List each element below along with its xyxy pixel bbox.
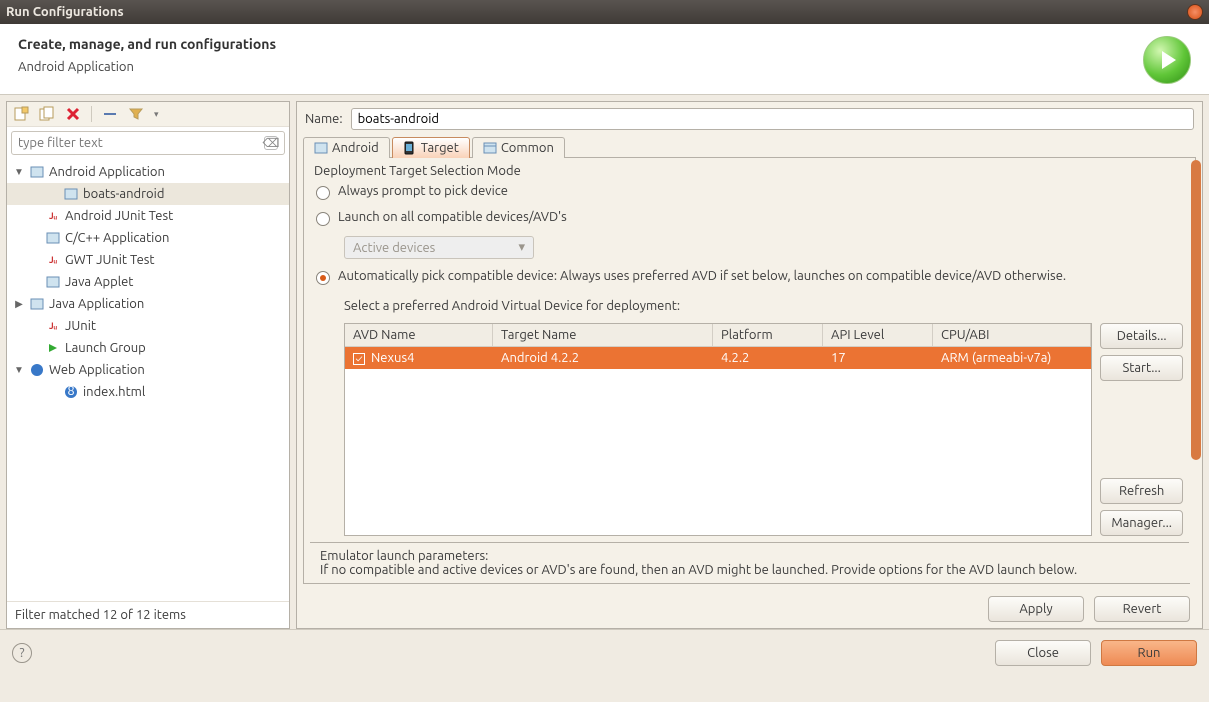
dialog-header: Create, manage, and run configurations A…: [0, 24, 1209, 95]
avd-table[interactable]: AVD Name Target Name Platform API Level …: [344, 323, 1092, 536]
right-panel: Name: Android Target Common Deployment T…: [296, 101, 1203, 629]
tree-item[interactable]: Launch Group: [7, 337, 289, 359]
table-row[interactable]: ✓Nexus4Android 4.2.24.2.217ARM (armeabi-…: [345, 347, 1091, 369]
tree-item[interactable]: ▶ Java Application: [7, 293, 289, 315]
tree-label: Web Application: [49, 363, 145, 377]
tree-item[interactable]: ▼ Android Application: [7, 161, 289, 183]
tree-icon: [63, 186, 79, 202]
tree-icon: 8: [63, 384, 79, 400]
tree-icon: [45, 230, 61, 246]
run-icon: [1143, 36, 1191, 84]
filter-box[interactable]: ⌫: [11, 131, 285, 155]
tree-label: boats-android: [83, 187, 164, 201]
tab-common[interactable]: Common: [472, 137, 565, 158]
left-toolbar: ▾: [7, 102, 289, 127]
tree-icon: Jᵤ: [45, 318, 61, 334]
delete-config-icon[interactable]: [65, 106, 81, 122]
window-title: Run Configurations: [6, 5, 1187, 19]
header-subtitle: Android Application: [18, 60, 276, 74]
tab-content-target: Deployment Target Selection Mode Always …: [303, 157, 1196, 584]
help-icon[interactable]: ?: [12, 643, 32, 663]
tree-item[interactable]: Jᵤ JUnit: [7, 315, 289, 337]
tree-label: Launch Group: [65, 341, 146, 355]
name-input[interactable]: [351, 108, 1194, 130]
config-tree[interactable]: ▼ Android Application boats-android Jᵤ Andro…: [7, 159, 289, 601]
revert-button[interactable]: Revert: [1094, 596, 1190, 622]
emulator-section: Emulator launch parameters: If no compat…: [310, 542, 1189, 583]
manager-button[interactable]: Manager...: [1100, 510, 1183, 536]
filter-icon[interactable]: [128, 106, 144, 122]
tree-label: index.html: [83, 385, 145, 399]
filter-input[interactable]: [18, 136, 264, 150]
tree-item[interactable]: C/C++ Application: [7, 227, 289, 249]
duplicate-config-icon[interactable]: [39, 106, 55, 122]
radio-auto[interactable]: Automatically pick compatible device: Al…: [316, 269, 1183, 285]
emulator-text: If no compatible and active devices or A…: [320, 563, 1179, 577]
tree-label: Java Application: [49, 297, 144, 311]
close-button[interactable]: Close: [995, 640, 1091, 666]
twisty-icon[interactable]: ▼: [13, 166, 25, 178]
titlebar[interactable]: Run Configurations: [0, 0, 1209, 24]
emulator-title: Emulator launch parameters:: [320, 549, 1179, 563]
row-checkbox[interactable]: ✓: [353, 353, 365, 365]
header-title: Create, manage, and run configurations: [18, 36, 276, 52]
twisty-icon[interactable]: ▼: [13, 364, 25, 376]
tree-item[interactable]: 8 index.html: [7, 381, 289, 403]
details-button[interactable]: Details...: [1100, 323, 1183, 349]
close-icon[interactable]: [1187, 4, 1203, 20]
tab-bar: Android Target Common: [297, 136, 1202, 157]
start-button[interactable]: Start...: [1100, 355, 1183, 381]
tree-label: Android JUnit Test: [65, 209, 173, 223]
name-label: Name:: [305, 112, 343, 126]
scroll-thumb[interactable]: [1191, 160, 1201, 460]
common-tab-icon: [483, 141, 497, 155]
twisty-icon[interactable]: ▶: [13, 298, 25, 310]
tree-icon: [45, 340, 61, 356]
deployment-group-label: Deployment Target Selection Mode: [304, 158, 1195, 180]
collapse-icon[interactable]: [102, 106, 118, 122]
run-button[interactable]: Run: [1101, 640, 1197, 666]
tree-item[interactable]: ▼ Web Application: [7, 359, 289, 381]
radio-all[interactable]: Launch on all compatible devices/AVD's: [316, 210, 1183, 226]
target-tab-icon: [403, 141, 417, 155]
tree-item[interactable]: Jᵤ GWT JUnit Test: [7, 249, 289, 271]
android-tab-icon: [314, 141, 328, 155]
avd-sub-label: Select a preferred Android Virtual Devic…: [344, 299, 1183, 313]
tree-item[interactable]: boats-android: [7, 183, 289, 205]
avd-table-header: AVD Name Target Name Platform API Level …: [345, 324, 1091, 347]
apply-button[interactable]: Apply: [988, 596, 1084, 622]
tree-icon: [29, 296, 45, 312]
refresh-button[interactable]: Refresh: [1100, 478, 1183, 504]
dropdown-icon[interactable]: ▾: [154, 109, 159, 120]
chevron-down-icon: ▾: [518, 240, 525, 255]
tree-icon: [29, 164, 45, 180]
tab-target[interactable]: Target: [392, 137, 470, 158]
clear-filter-icon[interactable]: ⌫: [264, 136, 278, 150]
filter-status: Filter matched 12 of 12 items: [7, 601, 289, 628]
tree-icon: [29, 362, 45, 378]
tree-label: JUnit: [65, 319, 96, 333]
tree-icon: Jᵤ: [45, 208, 61, 224]
right-scrollbar[interactable]: [1190, 160, 1202, 622]
tree-icon: [45, 274, 61, 290]
active-devices-combo: Active devices▾: [344, 236, 534, 259]
tree-icon: Jᵤ: [45, 252, 61, 268]
tab-android[interactable]: Android: [303, 137, 390, 158]
tree-label: GWT JUnit Test: [65, 253, 155, 267]
tree-label: C/C++ Application: [65, 231, 169, 245]
radio-prompt[interactable]: Always prompt to pick device: [316, 184, 1183, 200]
new-config-icon[interactable]: [13, 106, 29, 122]
tree-label: Java Applet: [65, 275, 133, 289]
dialog-footer: ? Close Run: [0, 629, 1209, 676]
tree-item[interactable]: Jᵤ Android JUnit Test: [7, 205, 289, 227]
left-panel: ▾ ⌫ ▼ Android Application boats-android Jᵤ A…: [6, 101, 290, 629]
tree-item[interactable]: Java Applet: [7, 271, 289, 293]
svg-text:8: 8: [67, 385, 74, 398]
tree-label: Android Application: [49, 165, 165, 179]
